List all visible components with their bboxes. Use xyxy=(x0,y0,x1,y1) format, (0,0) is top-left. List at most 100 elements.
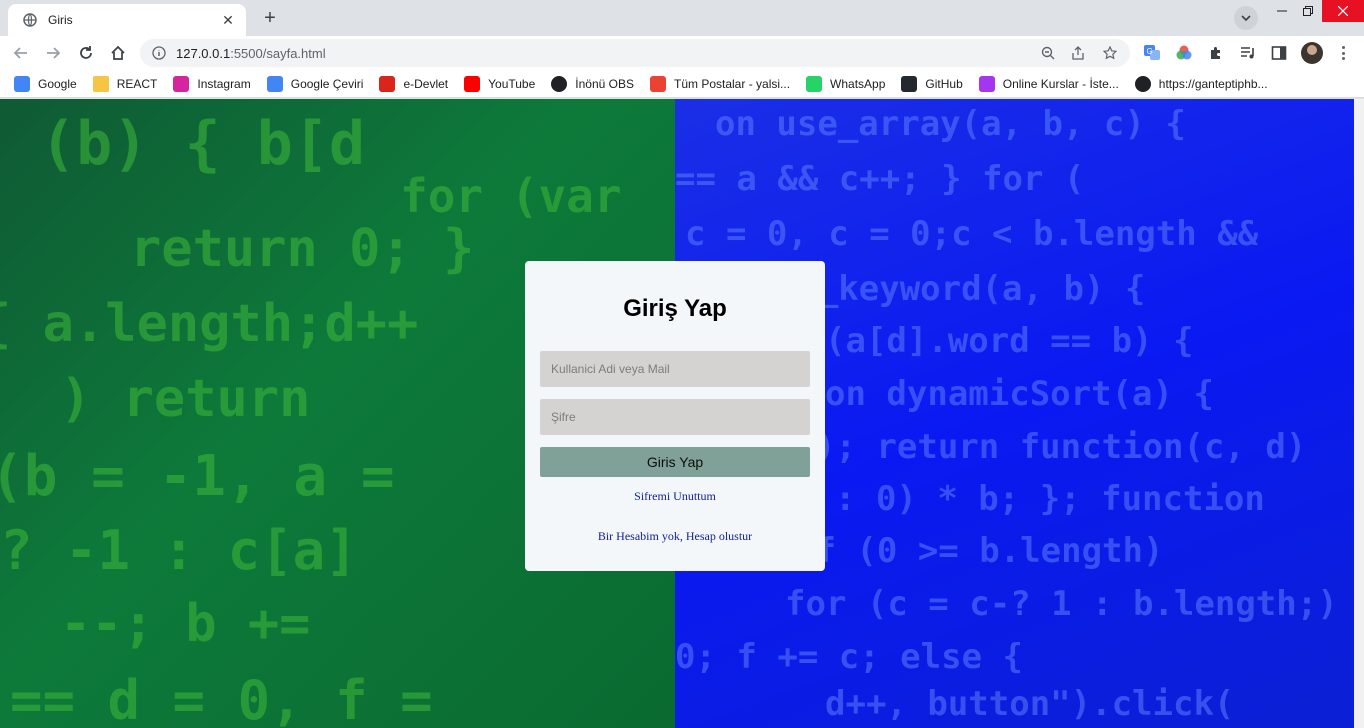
url-text: 127.0.0.1:5500/sayfa.html xyxy=(176,46,326,61)
github-icon xyxy=(901,75,918,92)
bg-code-line: 0; f += c; else { xyxy=(675,637,1023,677)
color-extension-icon[interactable] xyxy=(1174,43,1194,63)
tab-title: Giris xyxy=(48,13,73,27)
bookmark-item[interactable]: Google xyxy=(14,75,77,92)
bookmark-label: REACT xyxy=(116,76,158,91)
globe-icon xyxy=(22,12,38,28)
arrow-left-icon xyxy=(13,47,27,59)
bookmark-item[interactable]: GitHub xyxy=(901,75,963,92)
bg-code-line: (b) { b[d xyxy=(40,109,366,179)
globe-icon xyxy=(1134,75,1151,92)
restore-button[interactable] xyxy=(1292,0,1324,22)
bg-code-line: for (var xyxy=(400,169,622,223)
bg-code-line: (a[d].word == b) { xyxy=(825,321,1194,361)
edevlet-icon xyxy=(379,75,396,92)
bookmark-label: Online Kurslar - İste... xyxy=(1002,76,1119,91)
bookmark-item[interactable]: REACT xyxy=(92,75,158,92)
more-menu-icon[interactable] xyxy=(1334,44,1352,62)
reload-icon xyxy=(80,46,92,59)
bg-code-line: ? -1 : c[a] xyxy=(0,519,358,582)
profile-avatar[interactable] xyxy=(1301,42,1323,64)
translate-icon xyxy=(266,75,283,92)
login-button[interactable]: Giris Yap xyxy=(540,447,810,477)
bookmark-label: e-Devlet xyxy=(403,76,449,91)
tab-search-button[interactable] xyxy=(1234,6,1258,30)
bookmark-item[interactable]: Online Kurslar - İste... xyxy=(978,75,1119,92)
bg-code-line: (b = -1, a = xyxy=(0,444,395,509)
bookmark-label: Google xyxy=(38,76,77,91)
register-link[interactable]: Bir Hesabim yok, Hesap olustur xyxy=(525,529,825,544)
active-tab[interactable]: Giris ✕ xyxy=(8,4,246,36)
new-tab-button[interactable]: + xyxy=(258,6,282,30)
password-input[interactable] xyxy=(540,399,810,435)
udemy-icon xyxy=(978,75,995,92)
instagram-icon xyxy=(173,75,190,92)
bg-code-line: for (c = c-? 1 : b.length;) xyxy=(785,584,1338,624)
bookmark-label: Google Çeviri xyxy=(290,76,364,91)
window-close-button[interactable] xyxy=(1322,0,1364,22)
bookmark-item[interactable]: İnönü OBS xyxy=(551,75,634,92)
bookmark-label: WhatsApp xyxy=(830,76,886,91)
zoom-icon[interactable] xyxy=(1040,45,1056,61)
media-control-icon[interactable] xyxy=(1238,43,1258,63)
restore-icon xyxy=(1303,6,1313,16)
bg-code-line: d++, button").click( xyxy=(825,684,1235,724)
forgot-password-link[interactable]: Sifremi Unuttum xyxy=(525,489,825,504)
home-button[interactable] xyxy=(105,40,131,66)
forward-button[interactable] xyxy=(40,40,66,66)
bg-code-line: ) return xyxy=(60,369,311,429)
bookmark-label: Tüm Postalar - yalsi... xyxy=(674,76,791,91)
back-button[interactable] xyxy=(8,40,34,66)
bg-code-line: on use_array(a, b, c) { xyxy=(715,104,1186,144)
bg-code-line: ); return function(c, d) xyxy=(815,427,1307,467)
bookmark-item[interactable]: https://ganteptiphb... xyxy=(1134,75,1268,92)
minimize-icon xyxy=(1277,10,1287,12)
url-path: :5500/sayfa.html xyxy=(230,45,326,61)
arrow-right-icon xyxy=(47,47,61,59)
bookmark-label: İnönü OBS xyxy=(575,76,634,91)
bg-code-line: : 0) * b; }; function xyxy=(835,479,1265,519)
bookmark-item[interactable]: WhatsApp xyxy=(806,75,886,92)
bg-code-line: { a.length;d++ xyxy=(0,294,419,354)
bookmark-item[interactable]: Tüm Postalar - yalsi... xyxy=(650,75,791,92)
reload-button[interactable] xyxy=(73,40,99,66)
tab-close-icon[interactable]: ✕ xyxy=(220,12,236,28)
page-scrollbar[interactable] xyxy=(1354,99,1364,728)
gmail-icon xyxy=(650,75,666,92)
bg-code-line: on dynamicSort(a) { xyxy=(825,374,1214,414)
bg-code-line: == a && c++; } for ( xyxy=(675,159,1085,199)
bookmark-item[interactable]: YouTube xyxy=(464,75,536,92)
bookmark-item[interactable]: e-Devlet xyxy=(379,75,449,92)
username-input[interactable] xyxy=(540,351,810,387)
folder-icon xyxy=(92,75,109,92)
bookmark-item[interactable]: Instagram xyxy=(173,75,251,92)
bookmark-label: YouTube xyxy=(488,76,536,91)
bookmark-label: https://ganteptiphb... xyxy=(1158,76,1268,91)
bookmarks-bar: Google REACT Instagram Google Çeviri e-Devle… xyxy=(0,70,1364,98)
close-icon xyxy=(1338,6,1348,16)
browser-toolbar: 127.0.0.1:5500/sayfa.html G xyxy=(0,36,1364,70)
bg-code-line: == d = 0, f = xyxy=(10,669,433,728)
info-icon[interactable] xyxy=(152,46,166,60)
share-icon[interactable] xyxy=(1070,45,1086,61)
svg-text:G: G xyxy=(1147,47,1153,56)
side-panel-icon[interactable] xyxy=(1269,43,1289,63)
whatsapp-icon xyxy=(806,75,823,92)
extensions-puzzle-icon[interactable] xyxy=(1206,43,1226,63)
bookmark-label: GitHub xyxy=(925,76,963,91)
youtube-icon xyxy=(464,75,481,92)
tab-strip: Giris ✕ + xyxy=(0,0,1364,36)
bg-code-line: --; b += xyxy=(60,594,311,654)
login-title: Giriş Yap xyxy=(623,295,727,322)
globe-icon xyxy=(551,75,568,92)
page-viewport: (b) { b[d for (var return 0; } { a.lengt… xyxy=(0,99,1354,728)
chevron-down-icon xyxy=(1241,15,1251,22)
address-bar[interactable]: 127.0.0.1:5500/sayfa.html xyxy=(140,39,1130,67)
login-card: Giriş Yap Giris Yap Sifremi Unuttum Bir … xyxy=(525,261,825,571)
bg-code-line: return 0; } xyxy=(130,219,475,279)
url-host: 127.0.0.1 xyxy=(176,45,231,61)
bookmark-item[interactable]: Google Çeviri xyxy=(266,75,364,92)
bg-code-line: c = 0, c = 0;c < b.length && xyxy=(685,214,1259,254)
bookmark-star-icon[interactable] xyxy=(1102,45,1118,61)
translate-extension-icon[interactable]: G xyxy=(1142,43,1162,63)
